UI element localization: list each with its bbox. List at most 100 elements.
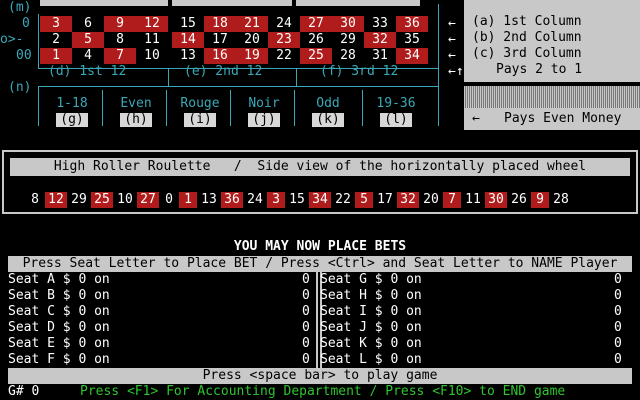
number-cell[interactable]: 2 [40, 32, 72, 48]
number-cell[interactable]: 25 [300, 48, 332, 64]
board-border-bottom-left [38, 86, 39, 126]
wheel-number: 1 [179, 192, 197, 208]
seat-row-value: 0 [614, 320, 622, 335]
even-bet-key[interactable]: (i) [184, 113, 216, 127]
number-cell[interactable]: 23 [268, 32, 300, 48]
wheel-number: 27 [137, 192, 159, 208]
column-pays-text: Pays 2 to 1 [496, 62, 583, 77]
number-cell[interactable]: 6 [72, 16, 104, 32]
column-2-arrow: ← [448, 32, 456, 47]
number-cell[interactable]: 35 [396, 32, 428, 48]
board-label-n: (n) [8, 80, 32, 95]
number-cell[interactable]: 27 [300, 16, 332, 32]
seat-row-value: 0 [302, 320, 310, 335]
seat-row-label[interactable]: Seat F $ 0 on [8, 352, 110, 368]
seat-row-value: 0 [302, 288, 310, 303]
number-cell[interactable]: 18 [204, 16, 236, 32]
seat-row-value: 0 [302, 336, 310, 351]
column-bet-1st[interactable]: (a) 1st Column [472, 14, 582, 30]
number-cell[interactable]: 34 [396, 48, 428, 64]
dozen-1st[interactable]: (d) 1st 12 [48, 64, 126, 80]
wheel-number: 5 [355, 192, 373, 208]
wheel-number: 9 [531, 192, 549, 208]
seat-row-value: 0 [614, 288, 622, 303]
even-bet-divider [166, 90, 167, 126]
number-cell[interactable]: 22 [268, 48, 300, 64]
dozen-divider-2 [296, 68, 297, 86]
seat-row-label[interactable]: Seat G $ 0 on [320, 272, 422, 288]
number-cell[interactable]: 16 [204, 48, 236, 64]
footer-bar: G# 0 Press <F1> For Accounting Departmen… [0, 384, 640, 400]
column-bet-3rd[interactable]: (c) 3rd Column [472, 46, 582, 62]
even-bet-key[interactable]: (h) [120, 113, 152, 127]
seat-row-label[interactable]: Seat L $ 0 on [320, 352, 422, 368]
number-cell[interactable]: 11 [136, 32, 168, 48]
number-cell[interactable]: 12 [136, 16, 168, 32]
column-3-arrow: ← [448, 48, 456, 63]
even-bet-label[interactable]: Rouge [168, 96, 232, 112]
seat-row-label[interactable]: Seat J $ 0 on [320, 320, 422, 336]
even-bet-key[interactable]: (k) [312, 113, 344, 127]
board-top-cap-1 [40, 0, 168, 6]
wheel-number: 36 [221, 192, 243, 208]
seat-row-label[interactable]: Seat A $ 0 on [8, 272, 110, 288]
number-cell[interactable]: 31 [364, 48, 396, 64]
even-money-panel: ← Pays Even Money [464, 108, 640, 130]
number-cell[interactable]: 28 [332, 48, 364, 64]
even-money-stipple [464, 86, 640, 108]
seat-row-label[interactable]: Seat B $ 0 on [8, 288, 110, 304]
number-cell[interactable]: 20 [236, 32, 268, 48]
number-cell[interactable]: 24 [268, 16, 300, 32]
seat-row-label[interactable]: Seat K $ 0 on [320, 336, 422, 352]
number-cell[interactable]: 1 [40, 48, 72, 64]
seat-row-label[interactable]: Seat H $ 0 on [320, 288, 422, 304]
seat-row-value: 0 [302, 352, 310, 367]
number-cell[interactable]: 26 [300, 32, 332, 48]
number-cell[interactable]: 21 [236, 16, 268, 32]
number-cell[interactable]: 32 [364, 32, 396, 48]
wheel-number: 11 [465, 192, 481, 207]
wheel-number: 3 [267, 192, 285, 208]
number-cell[interactable]: 9 [104, 16, 136, 32]
number-cell[interactable]: 5 [72, 32, 104, 48]
seats-divider [316, 272, 318, 368]
dozen-2nd[interactable]: (e) 2nd 12 [184, 64, 262, 80]
seat-row-label[interactable]: Seat I $ 0 on [320, 304, 422, 320]
dozen-3rd[interactable]: (f) 3rd 12 [320, 64, 398, 80]
number-cell[interactable]: 17 [204, 32, 236, 48]
board-label-double-zero[interactable]: 00 [16, 48, 32, 64]
number-cell[interactable]: 30 [332, 16, 364, 32]
number-cell[interactable]: 29 [332, 32, 364, 48]
number-cell[interactable]: 15 [172, 16, 204, 32]
even-bet-key[interactable]: (g) [56, 113, 88, 127]
wheel-number: 34 [309, 192, 331, 208]
even-bet-label[interactable]: 1-18 [40, 96, 104, 112]
number-cell[interactable]: 33 [364, 16, 396, 32]
seat-row-label[interactable]: Seat C $ 0 on [8, 304, 110, 320]
number-cell[interactable]: 3 [40, 16, 72, 32]
number-cell[interactable]: 8 [104, 32, 136, 48]
column-bet-2nd[interactable]: (b) 2nd Column [472, 30, 582, 46]
even-bet-label[interactable]: Odd [296, 96, 360, 112]
seat-row-label[interactable]: Seat D $ 0 on [8, 320, 110, 336]
wheel-number: 7 [443, 192, 461, 208]
number-cell[interactable]: 36 [396, 16, 428, 32]
even-bet-key[interactable]: (l) [380, 113, 412, 127]
board-label-zero[interactable]: 0 [22, 16, 30, 32]
seat-row-value: 0 [614, 336, 622, 351]
wheel-number: 24 [247, 192, 263, 207]
even-bet-label[interactable]: 19-36 [364, 96, 428, 112]
number-cell[interactable]: 10 [136, 48, 168, 64]
number-cell[interactable]: 14 [172, 32, 204, 48]
number-cell[interactable]: 19 [236, 48, 268, 64]
number-cell[interactable]: 4 [72, 48, 104, 64]
even-bet-label[interactable]: Noir [232, 96, 296, 112]
space-bar-prompt[interactable]: Press <space bar> to play game [8, 368, 632, 384]
even-bet-key[interactable]: (j) [248, 113, 280, 127]
seat-row-label[interactable]: Seat E $ 0 on [8, 336, 110, 352]
number-cell[interactable]: 13 [172, 48, 204, 64]
seat-row-value: 0 [302, 272, 310, 287]
board-top-cap-3 [296, 0, 420, 6]
even-bet-label[interactable]: Even [104, 96, 168, 112]
number-cell[interactable]: 7 [104, 48, 136, 64]
